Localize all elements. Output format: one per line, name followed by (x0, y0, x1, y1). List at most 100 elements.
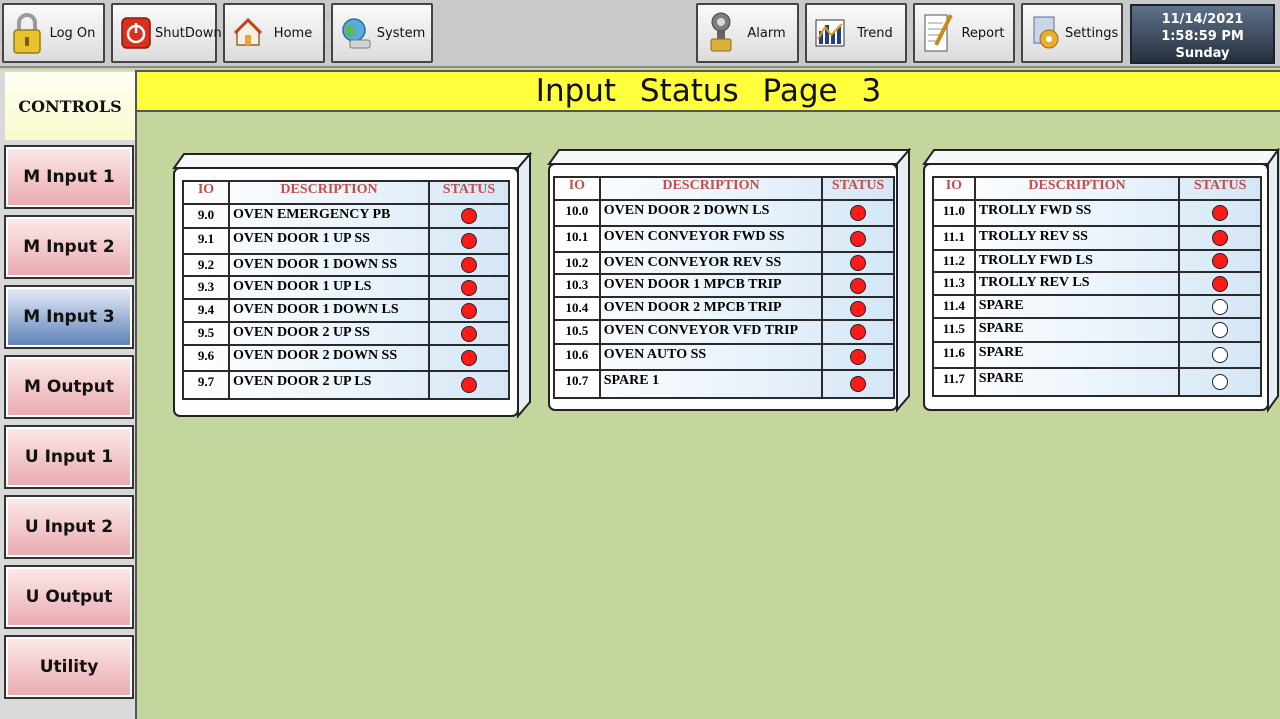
table-row: 11.0 TROLLY FWD SS (932, 199, 1262, 227)
table-row: 10.5 OVEN CONVEYOR VFD TRIP (553, 319, 895, 345)
status-indicator-on-icon (461, 257, 477, 274)
io-description: TROLLY REV LS (973, 271, 1181, 296)
status-indicator-on-icon (1212, 253, 1229, 270)
column-header-io: IO (932, 176, 976, 201)
system-button[interactable]: System (331, 3, 433, 63)
status-indicator-on-icon (461, 325, 477, 342)
table-row: 11.4 SPARE (932, 294, 1262, 319)
io-status (428, 344, 510, 372)
io-address: 10.3 (553, 273, 601, 298)
io-address: 11.5 (932, 317, 976, 343)
table-row: 9.7 OVEN DOOR 2 UP LS (182, 370, 510, 400)
status-indicator-on-icon (850, 376, 867, 393)
io-address: 10.2 (553, 251, 601, 275)
io-address: 10.1 (553, 225, 601, 253)
io-status (1178, 317, 1262, 343)
io-address: 11.3 (932, 271, 976, 296)
io-address: 10.6 (553, 343, 601, 371)
table-header: IO DESCRIPTION STATUS (553, 176, 895, 201)
status-indicator-on-icon (461, 279, 477, 296)
home-button[interactable]: Home (223, 3, 325, 63)
io-status (1178, 367, 1262, 397)
padlock-icon (8, 9, 46, 57)
table-row: 11.5 SPARE (932, 317, 1262, 343)
io-status (428, 321, 510, 346)
report-button[interactable]: Report (913, 3, 1015, 63)
io-address: 11.7 (932, 367, 976, 397)
settings-icon (1027, 9, 1065, 57)
status-indicator-on-icon (461, 233, 477, 250)
status-indicator-on-icon (850, 277, 867, 294)
io-address: 11.4 (932, 294, 976, 319)
status-indicator-on-icon (461, 302, 477, 319)
logon-label: Log On (49, 25, 96, 41)
io-status (1178, 249, 1262, 273)
nav-u-input-2[interactable]: U Input 2 (4, 495, 134, 559)
settings-button[interactable]: Settings (1021, 3, 1123, 63)
io-address: 9.4 (182, 298, 230, 323)
globe-computer-icon (337, 9, 375, 57)
io-status (428, 253, 510, 277)
table-row: 10.6 OVEN AUTO SS (553, 343, 895, 371)
io-status (821, 199, 895, 227)
io-status (1178, 341, 1262, 369)
nav-u-output[interactable]: U Output (4, 565, 134, 629)
top-toolbar: Log On ShutDown Home System Alarm Trend … (0, 0, 1280, 68)
io-description: OVEN DOOR 2 MPCB TRIP (598, 296, 824, 321)
io-status (821, 343, 895, 371)
status-indicator-on-icon (850, 205, 867, 222)
column-header-status: STATUS (821, 176, 895, 201)
io-address: 10.5 (553, 319, 601, 345)
io-status (821, 251, 895, 275)
io-description: SPARE (973, 341, 1181, 369)
table-row: 11.2 TROLLY FWD LS (932, 249, 1262, 273)
table-row: 11.7 SPARE (932, 367, 1262, 397)
trend-button[interactable]: Trend (805, 3, 907, 63)
io-status (428, 227, 510, 255)
nav-m-input-2[interactable]: M Input 2 (4, 215, 134, 279)
table-row: 11.1 TROLLY REV SS (932, 225, 1262, 251)
io-address: 9.1 (182, 227, 230, 255)
io-description: SPARE (973, 317, 1181, 343)
controls-title: CONTROLS (5, 72, 135, 140)
io-description: SPARE (973, 294, 1181, 319)
io-description: OVEN DOOR 1 UP LS (228, 275, 430, 300)
io-description: OVEN CONVEYOR REV SS (598, 251, 824, 275)
nav-utility[interactable]: Utility (4, 635, 134, 699)
home-label: Home (273, 25, 313, 41)
status-indicator-off-icon (1212, 298, 1229, 315)
logon-button[interactable]: Log On (2, 3, 105, 63)
table-row: 9.5 OVEN DOOR 2 UP SS (182, 321, 510, 346)
nav-m-output[interactable]: M Output (4, 355, 134, 419)
nav-m-input-3[interactable]: M Input 3 (4, 285, 134, 349)
io-description: OVEN DOOR 2 DOWN LS (598, 199, 824, 227)
nav-m-input-1[interactable]: M Input 1 (4, 145, 134, 209)
io-description: OVEN DOOR 2 UP SS (228, 321, 430, 346)
io-status (428, 203, 510, 229)
io-description: OVEN DOOR 2 UP LS (228, 370, 430, 400)
io-table-1: IO DESCRIPTION STATUS 9.0 OVEN EMERGENCY … (182, 180, 510, 400)
table-row: 10.3 OVEN DOOR 1 MPCB TRIP (553, 273, 895, 298)
status-indicator-on-icon (1212, 275, 1229, 292)
page-header: Input Status Page 3 (137, 70, 1280, 112)
table-row: 10.0 OVEN DOOR 2 DOWN LS (553, 199, 895, 227)
table-row: 9.1 OVEN DOOR 1 UP SS (182, 227, 510, 255)
nav-u-input-1[interactable]: U Input 1 (4, 425, 134, 489)
io-table-2: IO DESCRIPTION STATUS 10.0 OVEN DOOR 2 DO… (553, 176, 895, 399)
io-address: 10.4 (553, 296, 601, 321)
io-description: TROLLY FWD LS (973, 249, 1181, 273)
clock-time: 1:58:59 PM (1161, 29, 1244, 44)
table-row: 9.6 OVEN DOOR 2 DOWN SS (182, 344, 510, 372)
io-description: TROLLY FWD SS (973, 199, 1181, 227)
io-status (428, 275, 510, 300)
alarm-button[interactable]: Alarm (696, 3, 799, 63)
page-title: Input Status Page 3 (535, 73, 882, 109)
io-status (428, 370, 510, 400)
table-row: 9.0 OVEN EMERGENCY PB (182, 203, 510, 229)
table-row: 11.6 SPARE (932, 341, 1262, 369)
table-header: IO DESCRIPTION STATUS (932, 176, 1262, 201)
shutdown-button[interactable]: ShutDown (111, 3, 222, 63)
io-address: 9.5 (182, 321, 230, 346)
status-indicator-on-icon (850, 300, 867, 317)
table-row: 10.4 OVEN DOOR 2 MPCB TRIP (553, 296, 895, 321)
